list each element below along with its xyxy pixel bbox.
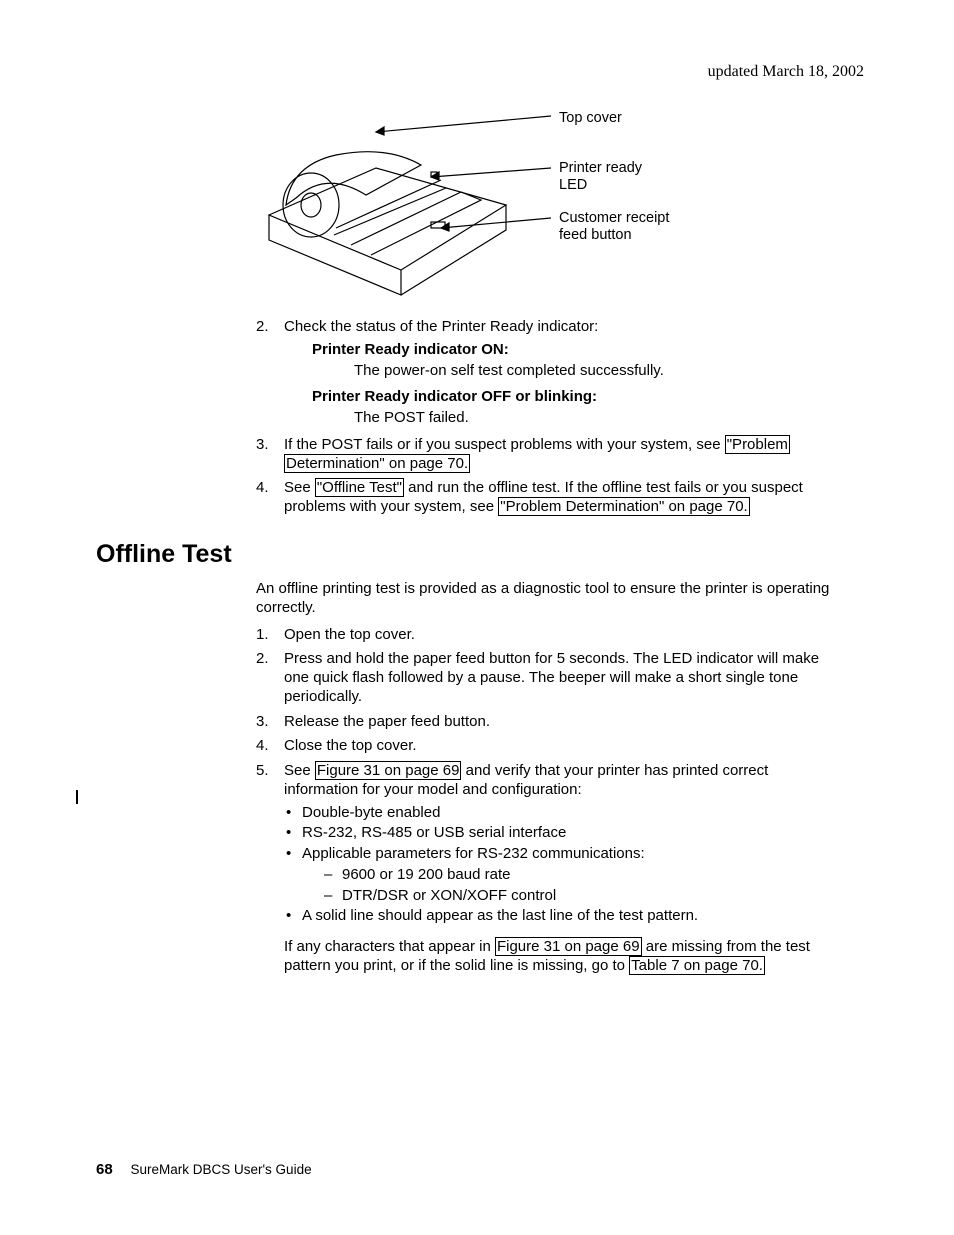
printer-line-art bbox=[256, 110, 556, 300]
offline-step-2: Press and hold the paper feed button for… bbox=[284, 650, 819, 705]
link-problem-determination-c[interactable]: "Problem Determination" on page 70. bbox=[498, 497, 749, 516]
step-3-text-a: If the POST fails or if you suspect prob… bbox=[284, 436, 725, 453]
link-figure-31-b[interactable]: Figure 31 on page 69 bbox=[495, 937, 642, 956]
offline-step-3: Release the paper feed button. bbox=[284, 713, 490, 730]
indicator-off-text: The POST failed. bbox=[354, 409, 846, 428]
offline-marker-1: 1. bbox=[256, 626, 269, 645]
page-number: 68 bbox=[96, 1161, 113, 1178]
offline-intro: An offline printing test is provided as … bbox=[256, 580, 846, 618]
callout-feed-button: Customer receipt feed button bbox=[559, 210, 669, 243]
link-problem-determination-b[interactable]: Determination" on page 70. bbox=[284, 454, 470, 473]
closing-text-a: If any characters that appear in bbox=[284, 938, 495, 955]
offline-step-4: Close the top cover. bbox=[284, 737, 417, 754]
offline-steps-list: 1. Open the top cover. 2. Press and hold… bbox=[256, 626, 846, 976]
indicator-on-heading: Printer Ready indicator ON: bbox=[312, 341, 846, 360]
indicator-on-text: The power-on self test completed success… bbox=[354, 362, 846, 381]
offline-marker-3: 3. bbox=[256, 713, 269, 732]
bullet-serial-interface: RS-232, RS-485 or USB serial interface bbox=[284, 824, 846, 843]
offline-marker-5: 5. bbox=[256, 762, 269, 781]
printer-diagram: Top cover Printer ready LED Customer rec… bbox=[256, 110, 756, 300]
link-offline-test[interactable]: "Offline Test" bbox=[315, 478, 404, 497]
bullet-double-byte: Double-byte enabled bbox=[284, 804, 846, 823]
offline-marker-2: 2. bbox=[256, 650, 269, 669]
callout-printer-ready-led: Printer ready LED bbox=[559, 160, 642, 193]
step-2-text: Check the status of the Printer Ready in… bbox=[284, 318, 598, 335]
indicator-off-heading: Printer Ready indicator OFF or blinking: bbox=[312, 388, 846, 407]
updated-date: updated March 18, 2002 bbox=[96, 62, 864, 82]
step-4-text-a: See bbox=[284, 479, 315, 496]
bullet-solid-line: A solid line should appear as the last l… bbox=[284, 907, 846, 926]
dash-baud: 9600 or 19 200 baud rate bbox=[320, 866, 846, 885]
offline-step-1: Open the top cover. bbox=[284, 626, 415, 643]
revision-bar bbox=[76, 790, 78, 804]
offline-step-5a: See bbox=[284, 762, 315, 779]
link-table-7[interactable]: Table 7 on page 70. bbox=[629, 956, 765, 975]
page-footer: 68 SureMark DBCS User's Guide bbox=[96, 1161, 312, 1180]
dash-control: DTR/DSR or XON/XOFF control bbox=[320, 887, 846, 906]
footer-title: SureMark DBCS User's Guide bbox=[130, 1162, 311, 1177]
step-marker-3: 3. bbox=[256, 436, 269, 455]
heading-offline-test: Offline Test bbox=[96, 539, 846, 570]
bullet-rs232-params: Applicable parameters for RS-232 communi… bbox=[302, 845, 645, 862]
step-marker-4: 4. bbox=[256, 479, 269, 498]
offline-marker-4: 4. bbox=[256, 737, 269, 756]
link-problem-determination-a[interactable]: "Problem bbox=[725, 435, 790, 454]
step-marker-2: 2. bbox=[256, 318, 269, 337]
link-figure-31-a[interactable]: Figure 31 on page 69 bbox=[315, 761, 462, 780]
callout-top-cover: Top cover bbox=[559, 110, 622, 127]
post-steps-list: 2. Check the status of the Printer Ready… bbox=[256, 318, 846, 517]
